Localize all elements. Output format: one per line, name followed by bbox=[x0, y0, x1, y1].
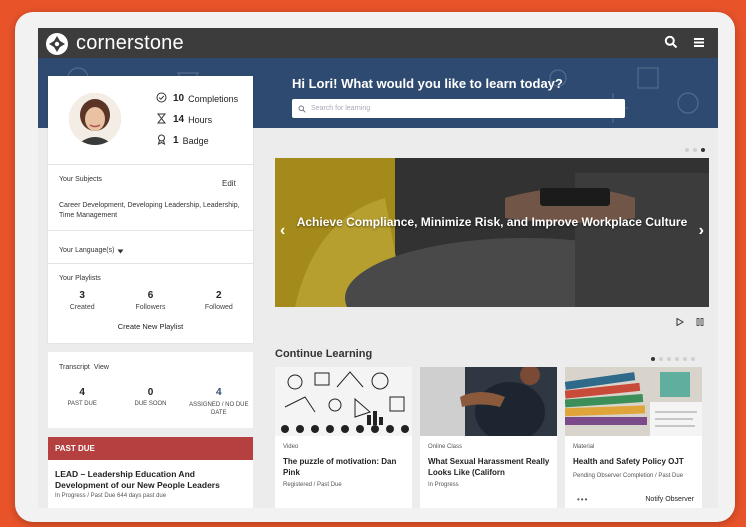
transcript-assigned[interactable]: 4 ASSIGNED / NO DUE DATE bbox=[185, 387, 253, 417]
continue-dots bbox=[651, 357, 695, 361]
past-due-card: PAST DUE LEAD – Leadership Education And… bbox=[48, 437, 253, 508]
app-screen: cornerstone Hi Lori! What would you like… bbox=[38, 28, 718, 508]
more-options-icon[interactable]: ••• bbox=[577, 495, 588, 504]
carousel-dots bbox=[685, 148, 705, 152]
past-due-item-meta: In Progress / Past Due 644 days past due bbox=[55, 493, 167, 499]
carousel-dot-active[interactable] bbox=[701, 148, 705, 152]
continue-learning-title: Continue Learning bbox=[275, 348, 373, 360]
transcript-due-soon[interactable]: 0 DUE SOON bbox=[116, 387, 184, 417]
stat-value: 14 bbox=[173, 114, 185, 125]
brand-logo[interactable]: cornerstone bbox=[46, 32, 184, 55]
stat-label: Created bbox=[69, 304, 95, 311]
carousel-dot[interactable] bbox=[693, 148, 697, 152]
stat-label: Hours bbox=[188, 114, 213, 125]
course-status: In Progress bbox=[428, 482, 459, 488]
search-input[interactable]: Search for learning bbox=[292, 99, 625, 118]
stat-value: 1 bbox=[173, 135, 179, 146]
transcript-title: Transcript bbox=[59, 364, 90, 371]
playlists-stats: 3 Created 6 Followers 2 Followed bbox=[48, 290, 253, 311]
hero-greeting: Hi Lori! What would you like to learn to… bbox=[292, 76, 563, 91]
cornerstone-logo-icon bbox=[46, 32, 68, 55]
page-dot-active[interactable] bbox=[651, 357, 655, 361]
featured-carousel[interactable]: Achieve Compliance, Minimize Risk, and I… bbox=[275, 158, 709, 307]
check-circle-icon bbox=[156, 92, 167, 105]
stat-value: 0 bbox=[147, 387, 154, 398]
course-card[interactable]: Online Class What Sexual Harassment Real… bbox=[420, 367, 557, 508]
page-dot[interactable] bbox=[683, 357, 687, 361]
page-dot[interactable] bbox=[659, 357, 663, 361]
divider bbox=[48, 164, 253, 165]
brand-name: cornerstone bbox=[76, 32, 184, 54]
stat-label: PAST DUE bbox=[67, 401, 97, 407]
playlists-title: Your Playlists bbox=[59, 275, 101, 282]
course-thumbnail bbox=[565, 367, 702, 436]
divider bbox=[48, 263, 253, 264]
stat-badge: 1 Badge bbox=[156, 134, 209, 147]
course-status: Pending Observer Completion / Past Due bbox=[573, 473, 684, 479]
carousel-image bbox=[275, 158, 709, 307]
caret-down-icon bbox=[117, 241, 124, 259]
stat-label: Followers bbox=[135, 304, 166, 311]
chevron-left-icon[interactable]: ‹ bbox=[280, 222, 285, 240]
stat-label: ASSIGNED / NO DUE DATE bbox=[189, 402, 249, 416]
page-dot[interactable] bbox=[691, 357, 695, 361]
course-type: Video bbox=[283, 444, 299, 450]
stat-hours: 14 Hours bbox=[156, 113, 212, 126]
stat-value: 6 bbox=[147, 290, 154, 301]
subjects-title: Your Subjects bbox=[59, 176, 102, 183]
language-dropdown[interactable]: Your Language(s) bbox=[59, 241, 124, 259]
stat-completions: 10 Completions bbox=[156, 92, 238, 105]
language-label: Your Language(s) bbox=[59, 246, 115, 254]
course-title[interactable]: Health and Safety Policy OJT bbox=[573, 456, 698, 467]
stat-label: Followed bbox=[204, 304, 233, 311]
course-card[interactable]: Material Health and Safety Policy OJT Pe… bbox=[565, 367, 702, 508]
pause-icon[interactable] bbox=[696, 313, 704, 331]
course-title[interactable]: The puzzle of motivation: Dan Pink bbox=[283, 456, 408, 478]
play-icon[interactable] bbox=[676, 313, 684, 331]
course-thumbnail bbox=[420, 367, 557, 436]
page-dot[interactable] bbox=[675, 357, 679, 361]
stat-value: 10 bbox=[173, 93, 185, 104]
past-due-header: PAST DUE bbox=[48, 437, 253, 460]
transcript-past-due[interactable]: 4 PAST DUE bbox=[48, 387, 116, 417]
playlist-stat-followed[interactable]: 2 Followed bbox=[185, 290, 253, 311]
notify-observer-button[interactable]: Notify Observer bbox=[645, 496, 694, 503]
course-status: Registered / Past Due bbox=[283, 482, 342, 488]
stat-value: 3 bbox=[79, 290, 85, 301]
stat-value: 4 bbox=[216, 387, 222, 398]
carousel-dot[interactable] bbox=[685, 148, 689, 152]
divider bbox=[48, 230, 253, 231]
past-due-item-title[interactable]: LEAD – Leadership Education And Developm… bbox=[55, 469, 250, 491]
course-title[interactable]: What Sexual Harassment Really Looks Like… bbox=[428, 456, 553, 478]
course-type: Online Class bbox=[428, 444, 463, 450]
chevron-right-icon[interactable]: › bbox=[699, 222, 704, 240]
stat-label: Badge bbox=[182, 135, 209, 146]
search-icon[interactable] bbox=[664, 35, 678, 54]
create-playlist-link[interactable]: Create New Playlist bbox=[48, 322, 253, 331]
avatar[interactable] bbox=[69, 93, 121, 145]
stat-value: 2 bbox=[216, 290, 222, 301]
playlist-stat-created[interactable]: 3 Created bbox=[48, 290, 116, 311]
hourglass-icon bbox=[156, 113, 167, 126]
search-placeholder: Search for learning bbox=[311, 105, 371, 112]
carousel-headline[interactable]: Achieve Compliance, Minimize Risk, and I… bbox=[275, 214, 709, 231]
top-bar: cornerstone bbox=[38, 28, 718, 58]
menu-icon[interactable] bbox=[692, 35, 706, 54]
page-dot[interactable] bbox=[667, 357, 671, 361]
subjects-edit-link[interactable]: Edit bbox=[222, 179, 236, 188]
stat-label: Completions bbox=[188, 93, 239, 104]
subjects-list: Career Development, Developing Leadershi… bbox=[59, 202, 240, 219]
stat-label: DUE SOON bbox=[134, 401, 167, 407]
transcript-card: Transcript View 4 PAST DUE 0 DUE SOON 4 … bbox=[48, 352, 253, 428]
course-type: Material bbox=[573, 444, 595, 450]
playlist-stat-followers[interactable]: 6 Followers bbox=[116, 290, 184, 311]
transcript-view-link[interactable]: View bbox=[94, 364, 109, 371]
search-icon bbox=[298, 105, 306, 113]
course-card[interactable]: Video The puzzle of motivation: Dan Pink… bbox=[275, 367, 412, 508]
badge-icon bbox=[156, 134, 167, 147]
course-thumbnail bbox=[275, 367, 412, 436]
profile-card: 10 Completions 14 Hours 1 Badge Your Sub… bbox=[48, 76, 253, 343]
stat-value: 4 bbox=[79, 387, 85, 398]
